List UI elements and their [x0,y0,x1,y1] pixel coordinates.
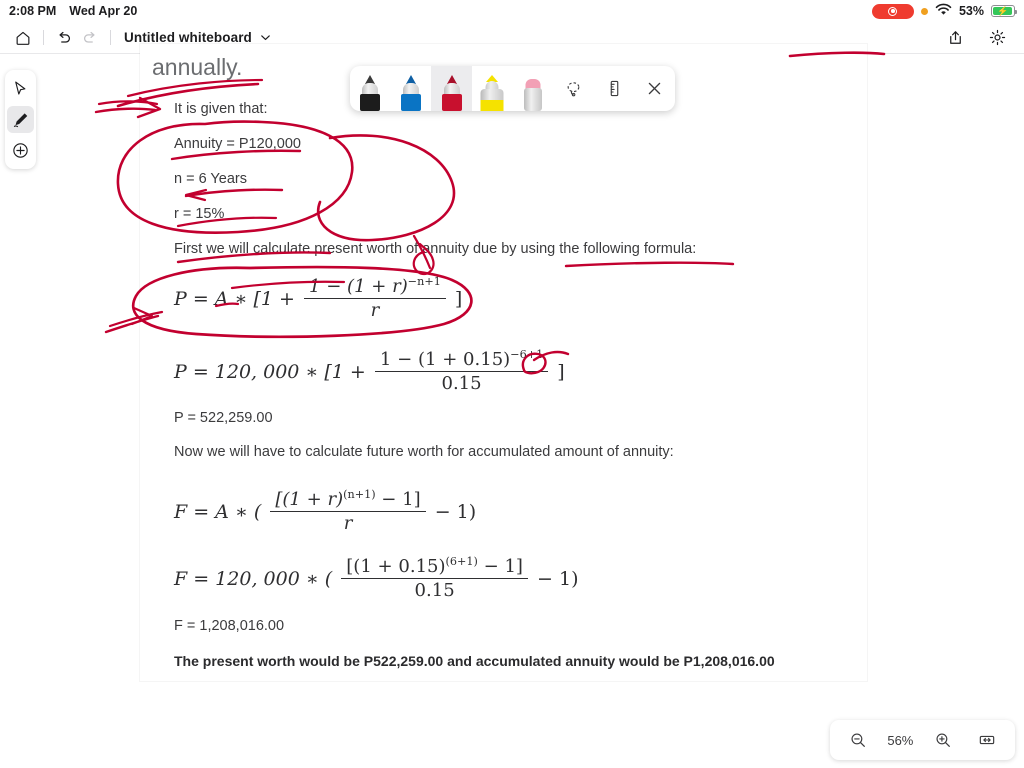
status-bar-date: Wed Apr 20 [69,4,138,18]
formula-future-general-rhs: − 1) [434,501,477,523]
doc-future-worth-intro: Now we will have to calculate future wor… [174,444,674,460]
formula-future-general: F = A ∗ ( [(1 + r)(n+1) − 1] r − 1) [174,488,477,536]
formula-present-general: P = A ∗ [1 + 1 − (1 + r)−n+1 r ] [174,275,463,323]
toolbar-divider-1 [43,30,44,45]
system-status-bar: 2:08 PM Wed Apr 20 53% ⚡ [0,0,1024,22]
formula-present-general-fraction: 1 − (1 + r)−n+1 r [304,275,446,321]
lasso-select-button[interactable] [553,66,594,111]
doc-given-rate: r = 15% [174,206,225,222]
share-button[interactable] [942,25,968,51]
doc-given-label: It is given that: [174,101,268,117]
zoom-out-button[interactable] [843,725,873,755]
pen-blue[interactable] [391,66,432,111]
status-bar-left: 2:08 PM Wed Apr 20 [9,4,137,18]
zoom-out-icon [851,733,866,747]
doc-future-result: F = 1,208,016.00 [174,618,285,634]
doc-given-annuity: Annuity = P120,000 [174,136,301,152]
plus-circle-icon [13,143,28,158]
redo-icon [83,31,95,43]
formula-future-numeric-numerator: [(1 + 0.15)(6+1) − 1] [346,555,523,578]
zoom-level-label[interactable]: 56% [887,733,913,748]
ruler-button[interactable] [594,66,635,111]
redo-button[interactable] [77,25,103,51]
lasso-select-icon [567,82,580,97]
status-bar-right: 53% ⚡ [871,3,1017,19]
zoom-in-button[interactable] [928,725,958,755]
formula-present-general-lhs: P = A ∗ [1 + [174,288,295,310]
undo-icon [59,31,71,43]
doc-given-periods: n = 6 Years [174,171,247,187]
formula-future-general-fraction: [(1 + r)(n+1) − 1] r [270,488,426,534]
fit-to-width-icon [979,735,995,745]
zoom-bar: 56% [830,720,1015,760]
gear-icon [989,29,1005,46]
pen-icon [13,113,28,128]
zoom-in-icon [936,733,950,747]
battery-percent-label: 53% [958,4,984,18]
pen-red[interactable] [431,66,472,111]
eraser-pink[interactable] [513,66,554,111]
microphone-in-use-indicator-icon [920,7,928,15]
formula-present-numeric-rhs: ] [557,361,565,383]
highlighter-yellow[interactable] [472,66,513,111]
formula-future-general-denominator: r [270,511,426,534]
sidebar-item-select-tool[interactable] [7,75,34,102]
doc-conclusion: The present worth would be P522,259.00 a… [174,653,775,669]
sidebar-item-pen-tool[interactable] [7,106,34,133]
formula-future-general-lhs: F = A ∗ ( [174,501,262,523]
sidebar-item-add-tool[interactable] [7,137,34,164]
formula-future-numeric: F = 120, 000 ∗ ( [(1 + 0.15)(6+1) − 1] 0… [174,555,579,603]
tool-rail [5,70,36,169]
formula-present-numeric-fraction: 1 − (1 + 0.15)−6+1 0.15 [374,348,549,394]
whiteboard-app: 2:08 PM Wed Apr 20 53% ⚡ Untitled whiteb… [0,0,1024,768]
formula-present-numeric-lhs: P = 120, 000 ∗ [1 + [174,361,366,383]
formula-future-numeric-fraction: [(1 + 0.15)(6+1) − 1] 0.15 [341,555,528,601]
cursor-arrow-icon [15,81,26,95]
close-icon [648,82,661,95]
formula-future-general-numerator: [(1 + r)(n+1) − 1] [275,488,421,511]
screen-recording-indicator-icon[interactable] [871,3,914,19]
battery-charging-icon: ⚡ [991,5,1017,17]
share-icon [949,31,961,44]
formula-present-numeric-denominator: 0.15 [374,371,549,394]
formula-present-general-numerator: 1 − (1 + r)−n+1 [309,275,441,298]
ruler-icon [610,80,618,97]
title-dropdown-button[interactable] [259,31,272,44]
doc-present-worth-intro: First we will calculate present worth of… [174,241,697,257]
formula-present-numeric-numerator: 1 − (1 + 0.15)−6+1 [379,348,544,371]
document-title[interactable]: Untitled whiteboard [124,30,252,45]
formula-future-numeric-rhs: − 1) [537,568,579,590]
app-toolbar-right [942,25,1014,51]
close-pen-toolbar-button[interactable] [634,66,675,111]
pen-toolbar [350,66,675,111]
chevron-down-icon [261,35,270,41]
formula-future-numeric-lhs: F = 120, 000 ∗ ( [174,568,333,590]
wifi-icon[interactable] [935,3,952,19]
status-bar-time: 2:08 PM [9,4,57,18]
formula-present-general-denominator: r [304,298,446,321]
toolbar-divider-2 [110,30,111,45]
undo-button[interactable] [51,25,77,51]
home-icon [16,31,30,45]
pen-black[interactable] [350,66,391,111]
formula-future-numeric-denominator: 0.15 [341,578,528,601]
fit-to-width-button[interactable] [972,725,1002,755]
doc-present-result: P = 522,259.00 [174,410,273,426]
settings-button[interactable] [984,25,1010,51]
formula-present-general-rhs: ] [454,288,463,310]
home-button[interactable] [10,25,36,51]
formula-present-numeric: P = 120, 000 ∗ [1 + 1 − (1 + 0.15)−6+1 0… [174,348,565,396]
doc-heading-fragment: annually. [152,54,243,80]
